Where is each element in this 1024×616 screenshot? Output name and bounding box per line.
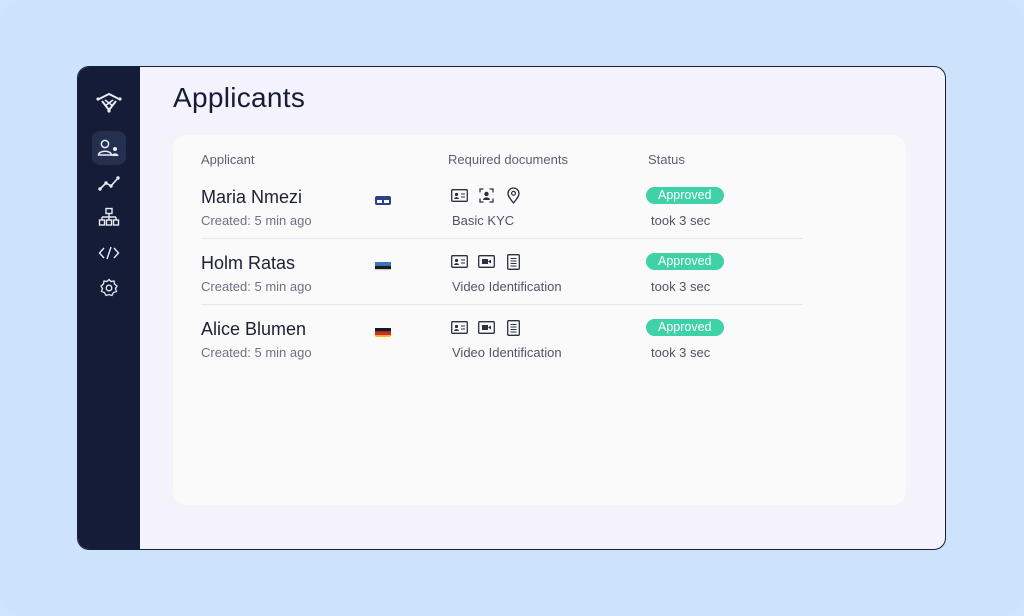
settings-icon: [100, 278, 118, 297]
sidebar-item-hierarchy[interactable]: [92, 200, 126, 234]
status-badge: Approved: [646, 253, 724, 270]
table-row[interactable]: Alice Blumen Created: 5 min ago Video Id…: [173, 319, 906, 385]
face-scan-icon: [478, 187, 495, 204]
video-icon: [478, 319, 495, 336]
status-badge: Approved: [646, 187, 724, 204]
analytics-icon: [98, 176, 120, 191]
sidebar-item-settings[interactable]: [92, 271, 126, 305]
page-title: Applicants: [173, 82, 306, 113]
video-icon: [478, 253, 495, 270]
document-icons: [451, 253, 522, 270]
row-divider: [201, 238, 803, 239]
germany-flag-icon: [375, 326, 391, 337]
sidebar: [78, 67, 140, 549]
id-card-icon: [451, 253, 468, 270]
hierarchy-icon: [98, 207, 120, 226]
verification-level: Video Identification: [452, 279, 562, 294]
id-card-icon: [451, 319, 468, 336]
sidebar-item-code[interactable]: [92, 236, 126, 270]
location-pin-icon: [505, 187, 522, 204]
column-header-documents[interactable]: Required documents: [448, 152, 568, 167]
table-row[interactable]: Holm Ratas Created: 5 min ago Video Iden…: [173, 253, 906, 319]
processing-time: took 3 sec: [651, 213, 711, 228]
applicant-name[interactable]: Holm Ratas: [201, 253, 295, 274]
verification-level: Video Identification: [452, 345, 562, 360]
column-header-applicant[interactable]: Applicant: [201, 152, 254, 167]
id-card-icon: [451, 187, 468, 204]
sidebar-item-applicants[interactable]: [92, 131, 126, 165]
estonia-flag-icon: [375, 260, 391, 271]
code-icon: [98, 246, 120, 260]
document-icon: [505, 253, 522, 270]
status-badge: Approved: [646, 319, 724, 336]
created-time: Created: 5 min ago: [201, 279, 312, 294]
applicant-name[interactable]: Alice Blumen: [201, 319, 306, 340]
applicants-table: Applicant Required documents Status Mari…: [173, 135, 906, 505]
document-icons: [451, 319, 522, 336]
main-content: Applicants Applicant Required documents …: [140, 67, 945, 549]
row-divider: [201, 304, 803, 305]
created-time: Created: 5 min ago: [201, 213, 312, 228]
sidebar-item-analytics[interactable]: [92, 166, 126, 200]
app-window: Applicants Applicant Required documents …: [77, 66, 946, 550]
document-icon: [505, 319, 522, 336]
created-time: Created: 5 min ago: [201, 345, 312, 360]
processing-time: took 3 sec: [651, 345, 711, 360]
applicants-icon: [97, 139, 119, 156]
processing-time: took 3 sec: [651, 279, 711, 294]
eu-card-flag-icon: [375, 194, 391, 205]
table-row[interactable]: Maria Nmezi Created: 5 min ago Basic KYC…: [173, 187, 906, 253]
verification-level: Basic KYC: [452, 213, 515, 228]
applicant-name[interactable]: Maria Nmezi: [201, 187, 302, 208]
column-header-status[interactable]: Status: [648, 152, 685, 167]
logo-icon[interactable]: [92, 85, 126, 119]
document-icons: [451, 187, 522, 204]
